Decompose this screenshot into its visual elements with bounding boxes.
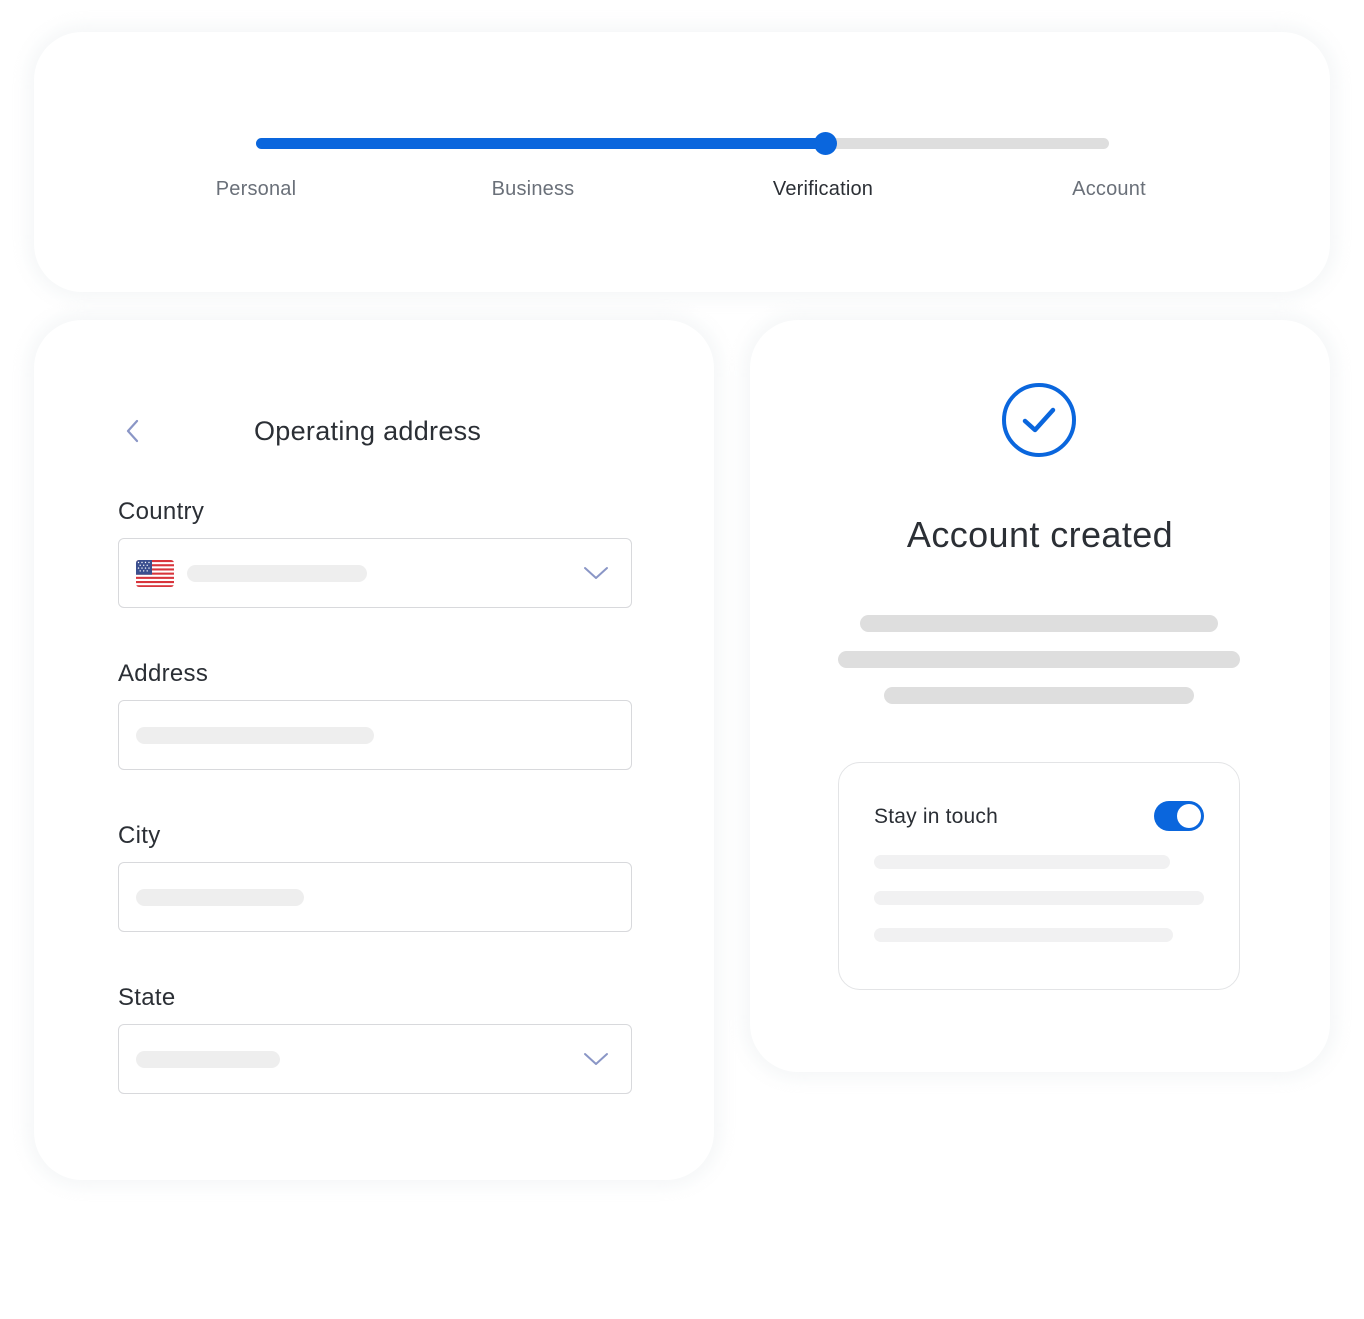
city-value-placeholder xyxy=(136,889,304,906)
address-label: Address xyxy=(118,660,209,687)
state-select[interactable] xyxy=(118,1024,632,1094)
country-select[interactable] xyxy=(118,538,632,608)
step-account[interactable]: Account xyxy=(1072,178,1146,201)
city-input[interactable] xyxy=(118,862,632,932)
operating-address-form: Operating address Country Address City S… xyxy=(34,320,714,1180)
progress-handle xyxy=(813,132,837,155)
chevron-down-icon xyxy=(584,1053,608,1065)
country-label: Country xyxy=(118,498,205,525)
step-personal[interactable]: Personal xyxy=(216,178,297,201)
state-value-placeholder xyxy=(136,1051,280,1068)
text-line xyxy=(874,855,1170,869)
country-value-placeholder xyxy=(187,565,367,582)
text-line xyxy=(874,928,1173,942)
step-verification[interactable]: Verification xyxy=(773,178,873,201)
success-title: Account created xyxy=(906,514,1174,555)
account-created-card: Account created Stay in touch xyxy=(750,320,1330,1072)
progress-fill xyxy=(256,138,825,149)
city-label: City xyxy=(118,822,161,849)
progress-track xyxy=(256,132,1109,155)
address-value-placeholder xyxy=(136,727,374,744)
stay-in-touch-panel: Stay in touch xyxy=(838,762,1240,990)
address-input[interactable] xyxy=(118,700,632,770)
description-line xyxy=(860,615,1218,632)
stay-in-touch-label: Stay in touch xyxy=(874,805,999,828)
form-title: Operating address xyxy=(254,416,482,446)
text-line xyxy=(874,891,1204,905)
state-label: State xyxy=(118,984,176,1011)
description-line xyxy=(838,651,1240,668)
us-flag-icon xyxy=(136,560,174,587)
description-line xyxy=(884,687,1194,704)
chevron-left-icon[interactable] xyxy=(122,418,144,444)
stay-in-touch-toggle[interactable] xyxy=(1154,801,1204,831)
toggle-knob xyxy=(1177,804,1201,828)
progress-stepper-card: Personal Business Verification Account xyxy=(34,32,1330,292)
check-circle-icon xyxy=(1002,383,1076,457)
step-business[interactable]: Business xyxy=(492,178,575,201)
chevron-down-icon xyxy=(584,567,608,579)
